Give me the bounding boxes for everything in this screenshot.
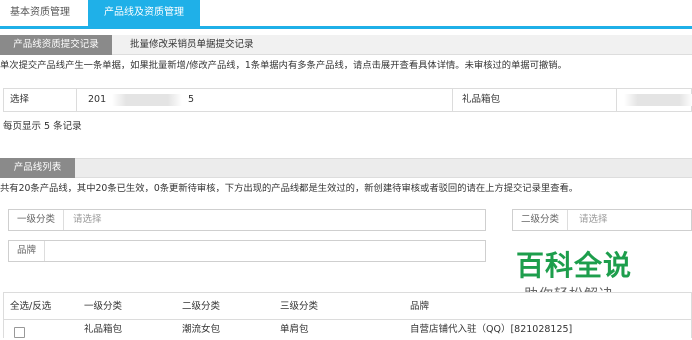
- row-checkbox[interactable]: [14, 327, 25, 338]
- level1-category-select[interactable]: 一级分类 请选择: [8, 209, 486, 231]
- level2-category-select[interactable]: 二级分类 请选择: [512, 209, 692, 231]
- brand-select[interactable]: 品牌: [8, 240, 486, 262]
- record-number-suffix: 5: [188, 94, 195, 105]
- tab-product-line[interactable]: 产品线及资质管理: [88, 0, 200, 26]
- header-level3: 三级分类: [280, 301, 319, 312]
- column-divider: [76, 89, 77, 111]
- column-divider: [452, 89, 453, 111]
- select-cell[interactable]: 选择: [10, 89, 29, 111]
- product-line-table: 全选/反选 一级分类 二级分类 三级分类 品牌 礼品箱包 潮流女包 单肩包 自营…: [3, 292, 692, 338]
- brand-label: 品牌: [9, 241, 46, 261]
- tab-underline: [0, 26, 692, 29]
- row-level1: 礼品箱包: [84, 324, 123, 335]
- row-level3: 单肩包: [280, 324, 309, 335]
- level2-placeholder: 请选择: [579, 214, 608, 225]
- list-tab-bar: [0, 158, 692, 178]
- header-select-all[interactable]: 全选/反选: [10, 297, 51, 317]
- tab-basic-qualification[interactable]: 基本资质管理: [0, 0, 80, 26]
- redacted-value: [624, 94, 692, 106]
- row-level2: 潮流女包: [182, 324, 221, 335]
- row-brand: 自营店铺代入驻（QQ）[821028125]: [410, 324, 573, 335]
- watermark-title: 百科全说: [516, 249, 633, 282]
- level1-placeholder: 请选择: [73, 214, 102, 225]
- header-level1: 一级分类: [84, 301, 123, 312]
- pager-text: 每页显示 5 条记录: [3, 121, 82, 132]
- submit-record-table: 选择 201 5 礼品箱包: [3, 88, 692, 112]
- header-level2: 二级分类: [182, 301, 221, 312]
- record-category: 礼品箱包: [462, 94, 501, 105]
- level2-label: 二级分类: [513, 210, 569, 230]
- subtab-submit-records[interactable]: 产品线资质提交记录: [0, 35, 112, 55]
- table-header-row: 全选/反选 一级分类 二级分类 三级分类 品牌: [4, 293, 691, 320]
- tab-product-line-list[interactable]: 产品线列表: [0, 158, 75, 178]
- list-summary: 共有20条产品线，其中20条已生效，0条更新待审核，下方出现的产品线都是生效过的…: [0, 183, 579, 194]
- redacted-number: [112, 94, 182, 106]
- record-number-prefix: 201: [88, 94, 107, 105]
- header-brand: 品牌: [410, 301, 430, 312]
- subtab-batch-records[interactable]: 批量修改采销员单据提交记录: [130, 35, 254, 55]
- level1-label: 一级分类: [9, 210, 65, 230]
- submit-notice: 单次提交产品线产生一条单据，如果批量新增/修改产品线，1条单据内有多条产品线，请…: [0, 60, 567, 71]
- column-divider: [616, 89, 617, 111]
